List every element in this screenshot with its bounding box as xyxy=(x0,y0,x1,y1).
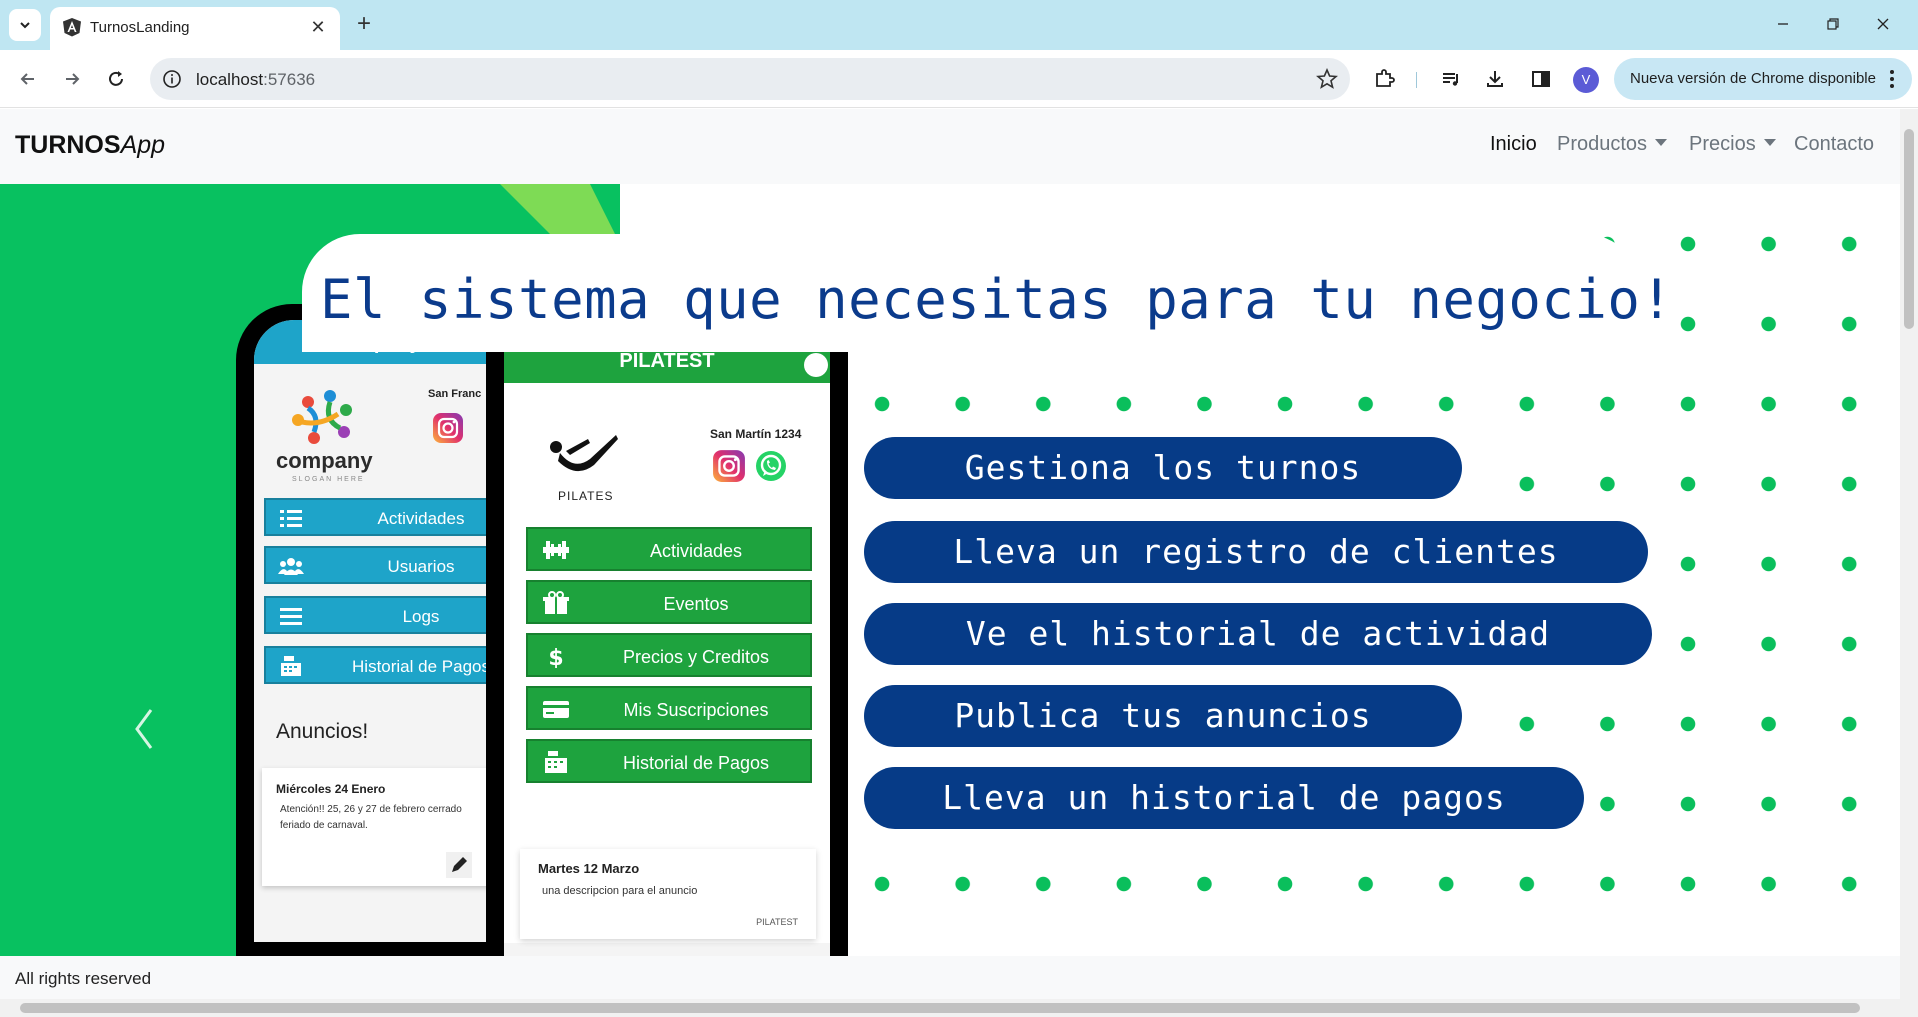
cash-register-icon xyxy=(545,751,567,773)
address-bar[interactable]: localhost:57636 xyxy=(150,58,1350,100)
scrollbar-thumb[interactable] xyxy=(20,1003,1860,1013)
reload-icon[interactable] xyxy=(100,63,132,95)
whatsapp-icon[interactable] xyxy=(754,449,788,483)
anuncio-date: Martes 12 Marzo xyxy=(538,861,640,876)
credit-card-icon xyxy=(543,701,569,718)
list-icon xyxy=(280,510,302,527)
phone2-button-precios-creditos[interactable]: $ Precios y Creditos xyxy=(526,633,812,677)
address-text: San Franc xyxy=(428,388,482,400)
phone-header: PILATEST xyxy=(504,349,830,383)
chrome-update-button[interactable]: Nueva versión de Chrome disponible xyxy=(1614,58,1912,100)
hero-carousel: Company company SLOGAN HERE San Franc xyxy=(0,184,1900,956)
phone1-button-historial-pagos[interactable]: Historial de Pagos xyxy=(264,646,496,684)
chevron-left-icon[interactable] xyxy=(125,704,165,754)
company-slogan: SLOGAN HERE xyxy=(292,476,365,483)
phone1-button-actividades[interactable]: Actividades xyxy=(264,498,496,536)
phone2-button-actividades[interactable]: Actividades xyxy=(526,527,812,571)
address-text: San Martín 1234 xyxy=(710,427,802,441)
download-icon[interactable] xyxy=(1479,63,1511,95)
more-icon[interactable] xyxy=(1882,66,1902,92)
restore-icon[interactable] xyxy=(1810,8,1856,40)
navbar: TURNOSApp Inicio Productos Precios Conta… xyxy=(0,109,1900,184)
chevron-down-icon xyxy=(20,22,30,29)
media-icon[interactable] xyxy=(1435,63,1467,95)
company-logo-word: company xyxy=(276,448,373,473)
sidepanel-icon[interactable] xyxy=(1525,63,1557,95)
cash-register-icon xyxy=(281,656,301,676)
star-icon[interactable] xyxy=(1316,68,1338,90)
phone1-button-usuarios[interactable]: Usuarios xyxy=(264,546,496,584)
instagram-icon[interactable] xyxy=(712,449,746,483)
feature-historial-pagos: Lleva un historial de pagos xyxy=(864,767,1584,829)
tab-search-button[interactable] xyxy=(9,9,41,41)
plus-icon[interactable]: + xyxy=(350,11,378,39)
footer-text: All rights reserved xyxy=(15,969,152,988)
dumbbell-icon xyxy=(543,541,569,559)
gift-icon xyxy=(543,591,569,614)
caret-down-icon xyxy=(1763,139,1776,146)
anuncio-tag: PILATEST xyxy=(756,917,798,927)
minimize-icon[interactable] xyxy=(1760,8,1806,40)
vertical-scrollbar[interactable] xyxy=(1900,109,1918,999)
pilates-logo-icon xyxy=(550,435,618,472)
nav-link-productos[interactable]: Productos xyxy=(1557,133,1668,156)
anuncio-text: una descripcion para el anuncio xyxy=(542,885,698,897)
nav-link-precios[interactable]: Precios xyxy=(1689,133,1776,156)
feature-gestiona-turnos: Gestiona los turnos xyxy=(864,437,1462,499)
menu-lines-icon xyxy=(280,608,302,625)
anuncio-card: Miércoles 24 Enero Atención!! 25, 26 y 2… xyxy=(262,768,496,886)
window-close-icon[interactable] xyxy=(1860,8,1906,40)
user-icon[interactable] xyxy=(804,353,828,377)
instagram-icon[interactable] xyxy=(432,412,464,444)
anuncio-date: Miércoles 24 Enero xyxy=(276,782,386,796)
phone-mockup-company: Company company SLOGAN HERE San Franc xyxy=(236,304,496,956)
anuncios-title: Anuncios! xyxy=(276,720,369,743)
anuncio-text: Atención!! 25, 26 y 27 de febrero cerrad… xyxy=(280,804,462,831)
avatar[interactable]: V xyxy=(1573,67,1599,93)
phone2-button-historial-pagos[interactable]: Historial de Pagos xyxy=(526,739,812,783)
update-label: Nueva versión de Chrome disponible xyxy=(1630,70,1876,87)
anuncio-card: Martes 12 Marzo una descripcion para el … xyxy=(520,849,816,939)
toolbar-divider xyxy=(1416,72,1417,88)
svg-text:$: $ xyxy=(548,646,563,668)
feature-publica-anuncios: Publica tus anuncios xyxy=(864,685,1462,747)
tab-strip: TurnosLanding ✕ + xyxy=(0,0,1918,50)
browser-tab[interactable]: TurnosLanding ✕ xyxy=(50,7,340,50)
phone-screen: PILATEST PILATES San Martín 1234 Activid… xyxy=(504,349,830,956)
phone2-button-eventos[interactable]: Eventos xyxy=(526,580,812,624)
phone-mockup-pilatest: PILATEST PILATES San Martín 1234 Activid… xyxy=(486,349,848,956)
back-icon[interactable] xyxy=(12,63,44,95)
scrollbar-thumb[interactable] xyxy=(1904,129,1914,329)
nav-link-inicio[interactable]: Inicio xyxy=(1490,133,1537,156)
phone1-button-logs[interactable]: Logs xyxy=(264,596,496,634)
url-text[interactable]: localhost:57636 xyxy=(196,70,315,90)
extensions-icon[interactable] xyxy=(1368,63,1400,95)
browser-toolbar: localhost:57636 V Nueva versión de Chrom… xyxy=(0,50,1918,108)
angular-icon xyxy=(63,18,81,37)
forward-icon[interactable] xyxy=(56,63,88,95)
footer: All rights reserved xyxy=(0,956,1900,999)
pilates-logo-word: PILATES xyxy=(558,489,614,503)
feature-historial-actividad: Ve el historial de actividad xyxy=(864,603,1652,665)
tab-title: TurnosLanding xyxy=(90,19,190,36)
horizontal-scrollbar[interactable] xyxy=(0,999,1918,1017)
phone2-button-mis-suscripciones[interactable]: Mis Suscripciones xyxy=(526,686,812,730)
page-viewport: TURNOSApp Inicio Productos Precios Conta… xyxy=(0,109,1900,999)
brand-logo[interactable]: TURNOSApp xyxy=(15,131,165,160)
nav-link-contacto[interactable]: Contacto xyxy=(1794,133,1874,156)
caret-down-icon xyxy=(1655,139,1668,146)
hero-headline: El sistema que necesitas para tu negocio… xyxy=(320,268,1674,331)
close-icon[interactable]: ✕ xyxy=(308,17,328,37)
users-icon xyxy=(278,558,304,575)
dollar-icon: $ xyxy=(548,646,563,668)
info-icon[interactable] xyxy=(162,69,182,89)
pencil-icon[interactable] xyxy=(446,852,472,878)
phone-screen: Company company SLOGAN HERE San Franc xyxy=(254,320,496,942)
feature-registro-clientes: Lleva un registro de clientes xyxy=(864,521,1648,583)
